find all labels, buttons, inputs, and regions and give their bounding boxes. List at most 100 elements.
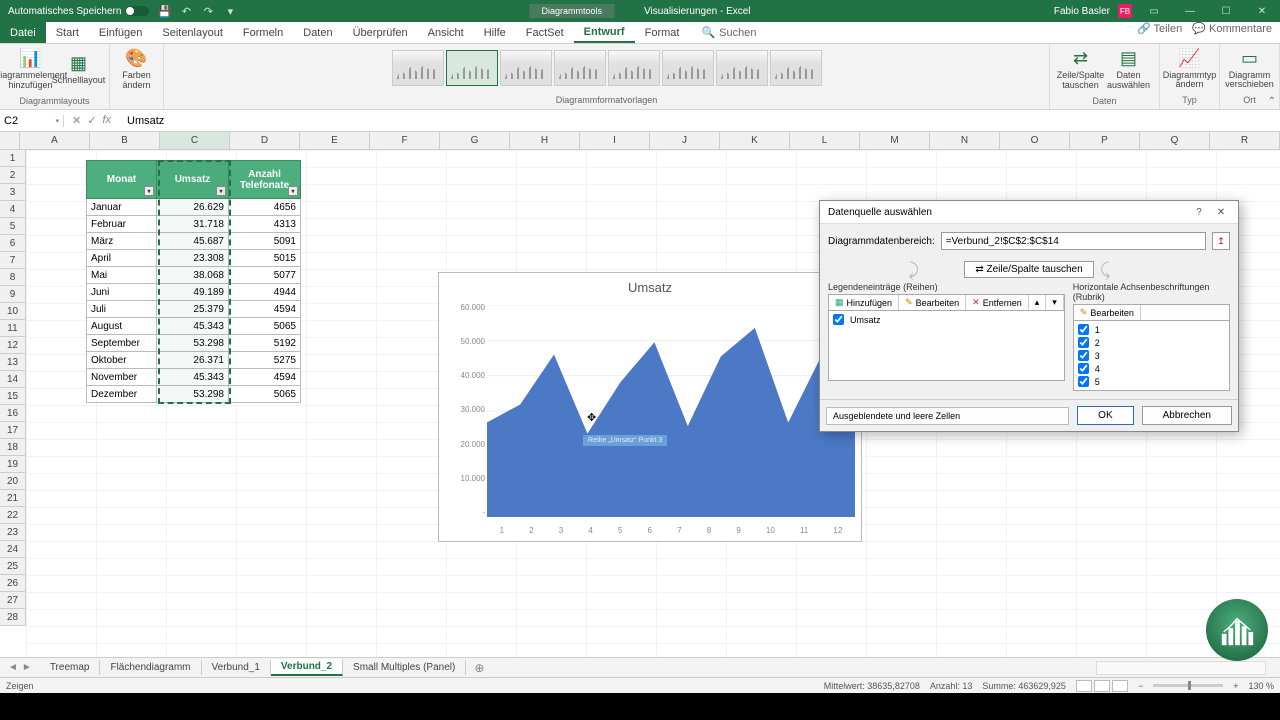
series-name[interactable]: Umsatz — [850, 315, 881, 325]
col-header-F[interactable]: F — [370, 132, 440, 150]
chart-styles-gallery[interactable] — [388, 46, 826, 90]
col-header-M[interactable]: M — [860, 132, 930, 150]
row-header-21[interactable]: 21 — [0, 490, 26, 507]
move-down-button[interactable]: ▾ — [1046, 295, 1064, 310]
category-list[interactable]: 1 2 3 4 5 — [1073, 321, 1230, 391]
table-row[interactable]: Mai38.0685077 — [87, 267, 301, 284]
close-icon[interactable]: ✕ — [1248, 0, 1276, 22]
quick-layout-button[interactable]: ▦Schnelllayout — [55, 46, 103, 94]
change-colors-button[interactable]: 🎨Farben ändern — [113, 46, 161, 94]
style-thumb-1[interactable] — [392, 50, 444, 86]
tab-formeln[interactable]: Formeln — [233, 22, 293, 43]
data-table[interactable]: Monat▾ Umsatz▾ Anzahl Telefonate▾ Januar… — [86, 160, 301, 403]
table-row[interactable]: Dezember53.2985065 — [87, 386, 301, 403]
ok-button[interactable]: OK — [1077, 406, 1133, 425]
chart-title[interactable]: Umsatz — [439, 273, 861, 299]
tab-ansicht[interactable]: Ansicht — [418, 22, 474, 43]
autosave-toggle[interactable]: Automatisches Speichern — [8, 6, 149, 17]
name-box[interactable]: C2▾ — [0, 115, 64, 127]
filter-icon[interactable]: ▾ — [216, 186, 226, 196]
row-header-22[interactable]: 22 — [0, 507, 26, 524]
row-header-25[interactable]: 25 — [0, 558, 26, 575]
row-header-28[interactable]: 28 — [0, 609, 26, 626]
col-header-G[interactable]: G — [440, 132, 510, 150]
redo-icon[interactable]: ↷ — [201, 4, 215, 18]
style-thumb-3[interactable] — [500, 50, 552, 86]
swap-row-col-button[interactable]: ⇄ Zeile/Spalte tauschen — [964, 261, 1093, 278]
table-row[interactable]: September53.2985192 — [87, 335, 301, 352]
style-thumb-7[interactable] — [716, 50, 768, 86]
col-header-D[interactable]: D — [230, 132, 300, 150]
tab-hilfe[interactable]: Hilfe — [474, 22, 516, 43]
row-header-24[interactable]: 24 — [0, 541, 26, 558]
select-data-button[interactable]: ▤Daten auswählen — [1105, 46, 1153, 94]
ribbon-options-icon[interactable]: ▭ — [1140, 0, 1168, 22]
row-header-7[interactable]: 7 — [0, 252, 26, 269]
maximize-icon[interactable]: ☐ — [1212, 0, 1240, 22]
tab-einfuegen[interactable]: Einfügen — [89, 22, 152, 43]
help-icon[interactable]: ? — [1190, 205, 1208, 219]
category-checkbox[interactable] — [1078, 350, 1089, 361]
table-row[interactable]: August45.3435065 — [87, 318, 301, 335]
col-header-I[interactable]: I — [580, 132, 650, 150]
col-header-P[interactable]: P — [1070, 132, 1140, 150]
sheet-tab-small-multiples[interactable]: Small Multiples (Panel) — [343, 660, 466, 675]
category-checkbox[interactable] — [1078, 376, 1089, 387]
table-row[interactable]: Februar31.7184313 — [87, 216, 301, 233]
tab-factset[interactable]: FactSet — [516, 22, 574, 43]
sheet-tab-verbund2[interactable]: Verbund_2 — [271, 659, 343, 676]
chart-object[interactable]: Umsatz 60.00050.00040.00030.00020.00010.… — [438, 272, 862, 542]
table-row[interactable]: Juli25.3794594 — [87, 301, 301, 318]
series-checkbox[interactable] — [833, 314, 844, 325]
row-header-10[interactable]: 10 — [0, 303, 26, 320]
row-header-26[interactable]: 26 — [0, 575, 26, 592]
col-header-E[interactable]: E — [300, 132, 370, 150]
chart-data-range-input[interactable] — [941, 232, 1206, 250]
normal-view-icon[interactable] — [1076, 680, 1092, 692]
tab-ueberpruefen[interactable]: Überprüfen — [343, 22, 418, 43]
table-row[interactable]: Januar26.6294656 — [87, 199, 301, 216]
user-avatar[interactable]: FB — [1118, 4, 1132, 18]
row-header-19[interactable]: 19 — [0, 456, 26, 473]
horizontal-scrollbar[interactable] — [1096, 661, 1266, 675]
row-header-13[interactable]: 13 — [0, 354, 26, 371]
row-header-27[interactable]: 27 — [0, 592, 26, 609]
tab-seitenlayout[interactable]: Seitenlayout — [152, 22, 233, 43]
formula-input[interactable]: Umsatz — [119, 115, 1280, 127]
prev-sheet-icon[interactable]: ◄ — [8, 662, 18, 673]
table-row[interactable]: April23.3085015 — [87, 250, 301, 267]
change-chart-type-button[interactable]: 📈Diagrammtyp ändern — [1166, 46, 1214, 93]
col-header-B[interactable]: B — [90, 132, 160, 150]
row-header-3[interactable]: 3 — [0, 184, 26, 201]
style-thumb-8[interactable] — [770, 50, 822, 86]
add-series-button[interactable]: ▦Hinzufügen — [829, 295, 899, 310]
row-header-5[interactable]: 5 — [0, 218, 26, 235]
table-row[interactable]: März45.6875091 — [87, 233, 301, 250]
comments-button[interactable]: 💬 Kommentare — [1192, 22, 1272, 35]
col-header-H[interactable]: H — [510, 132, 580, 150]
row-header-23[interactable]: 23 — [0, 524, 26, 541]
next-sheet-icon[interactable]: ► — [22, 662, 32, 673]
category-checkbox[interactable] — [1078, 363, 1089, 374]
tab-format[interactable]: Format — [635, 22, 690, 43]
col-header-C[interactable]: C — [160, 132, 230, 150]
user-name[interactable]: Fabio Basler — [1054, 6, 1110, 17]
row-header-1[interactable]: 1 — [0, 150, 26, 167]
tab-file[interactable]: Datei — [0, 22, 46, 43]
cancel-formula-icon[interactable]: ✕ — [72, 114, 81, 127]
remove-series-button[interactable]: ✕Entfernen — [966, 295, 1029, 310]
hidden-cells-button[interactable]: Ausgeblendete und leere Zellen — [826, 407, 1069, 425]
row-header-16[interactable]: 16 — [0, 405, 26, 422]
sheet-tab-flaechen[interactable]: Flächendiagramm — [100, 660, 201, 675]
row-header-4[interactable]: 4 — [0, 201, 26, 218]
switch-row-col-button[interactable]: ⇄Zeile/Spalte tauschen — [1057, 46, 1105, 94]
floating-logo[interactable] — [1206, 599, 1268, 661]
zoom-slider[interactable] — [1153, 684, 1223, 687]
col-header-N[interactable]: N — [930, 132, 1000, 150]
zoom-in-icon[interactable]: + — [1233, 681, 1238, 691]
enter-formula-icon[interactable]: ✓ — [87, 114, 96, 127]
tab-daten[interactable]: Daten — [293, 22, 342, 43]
col-header-O[interactable]: O — [1000, 132, 1070, 150]
cancel-button[interactable]: Abbrechen — [1142, 406, 1232, 425]
category-checkbox[interactable] — [1078, 337, 1089, 348]
